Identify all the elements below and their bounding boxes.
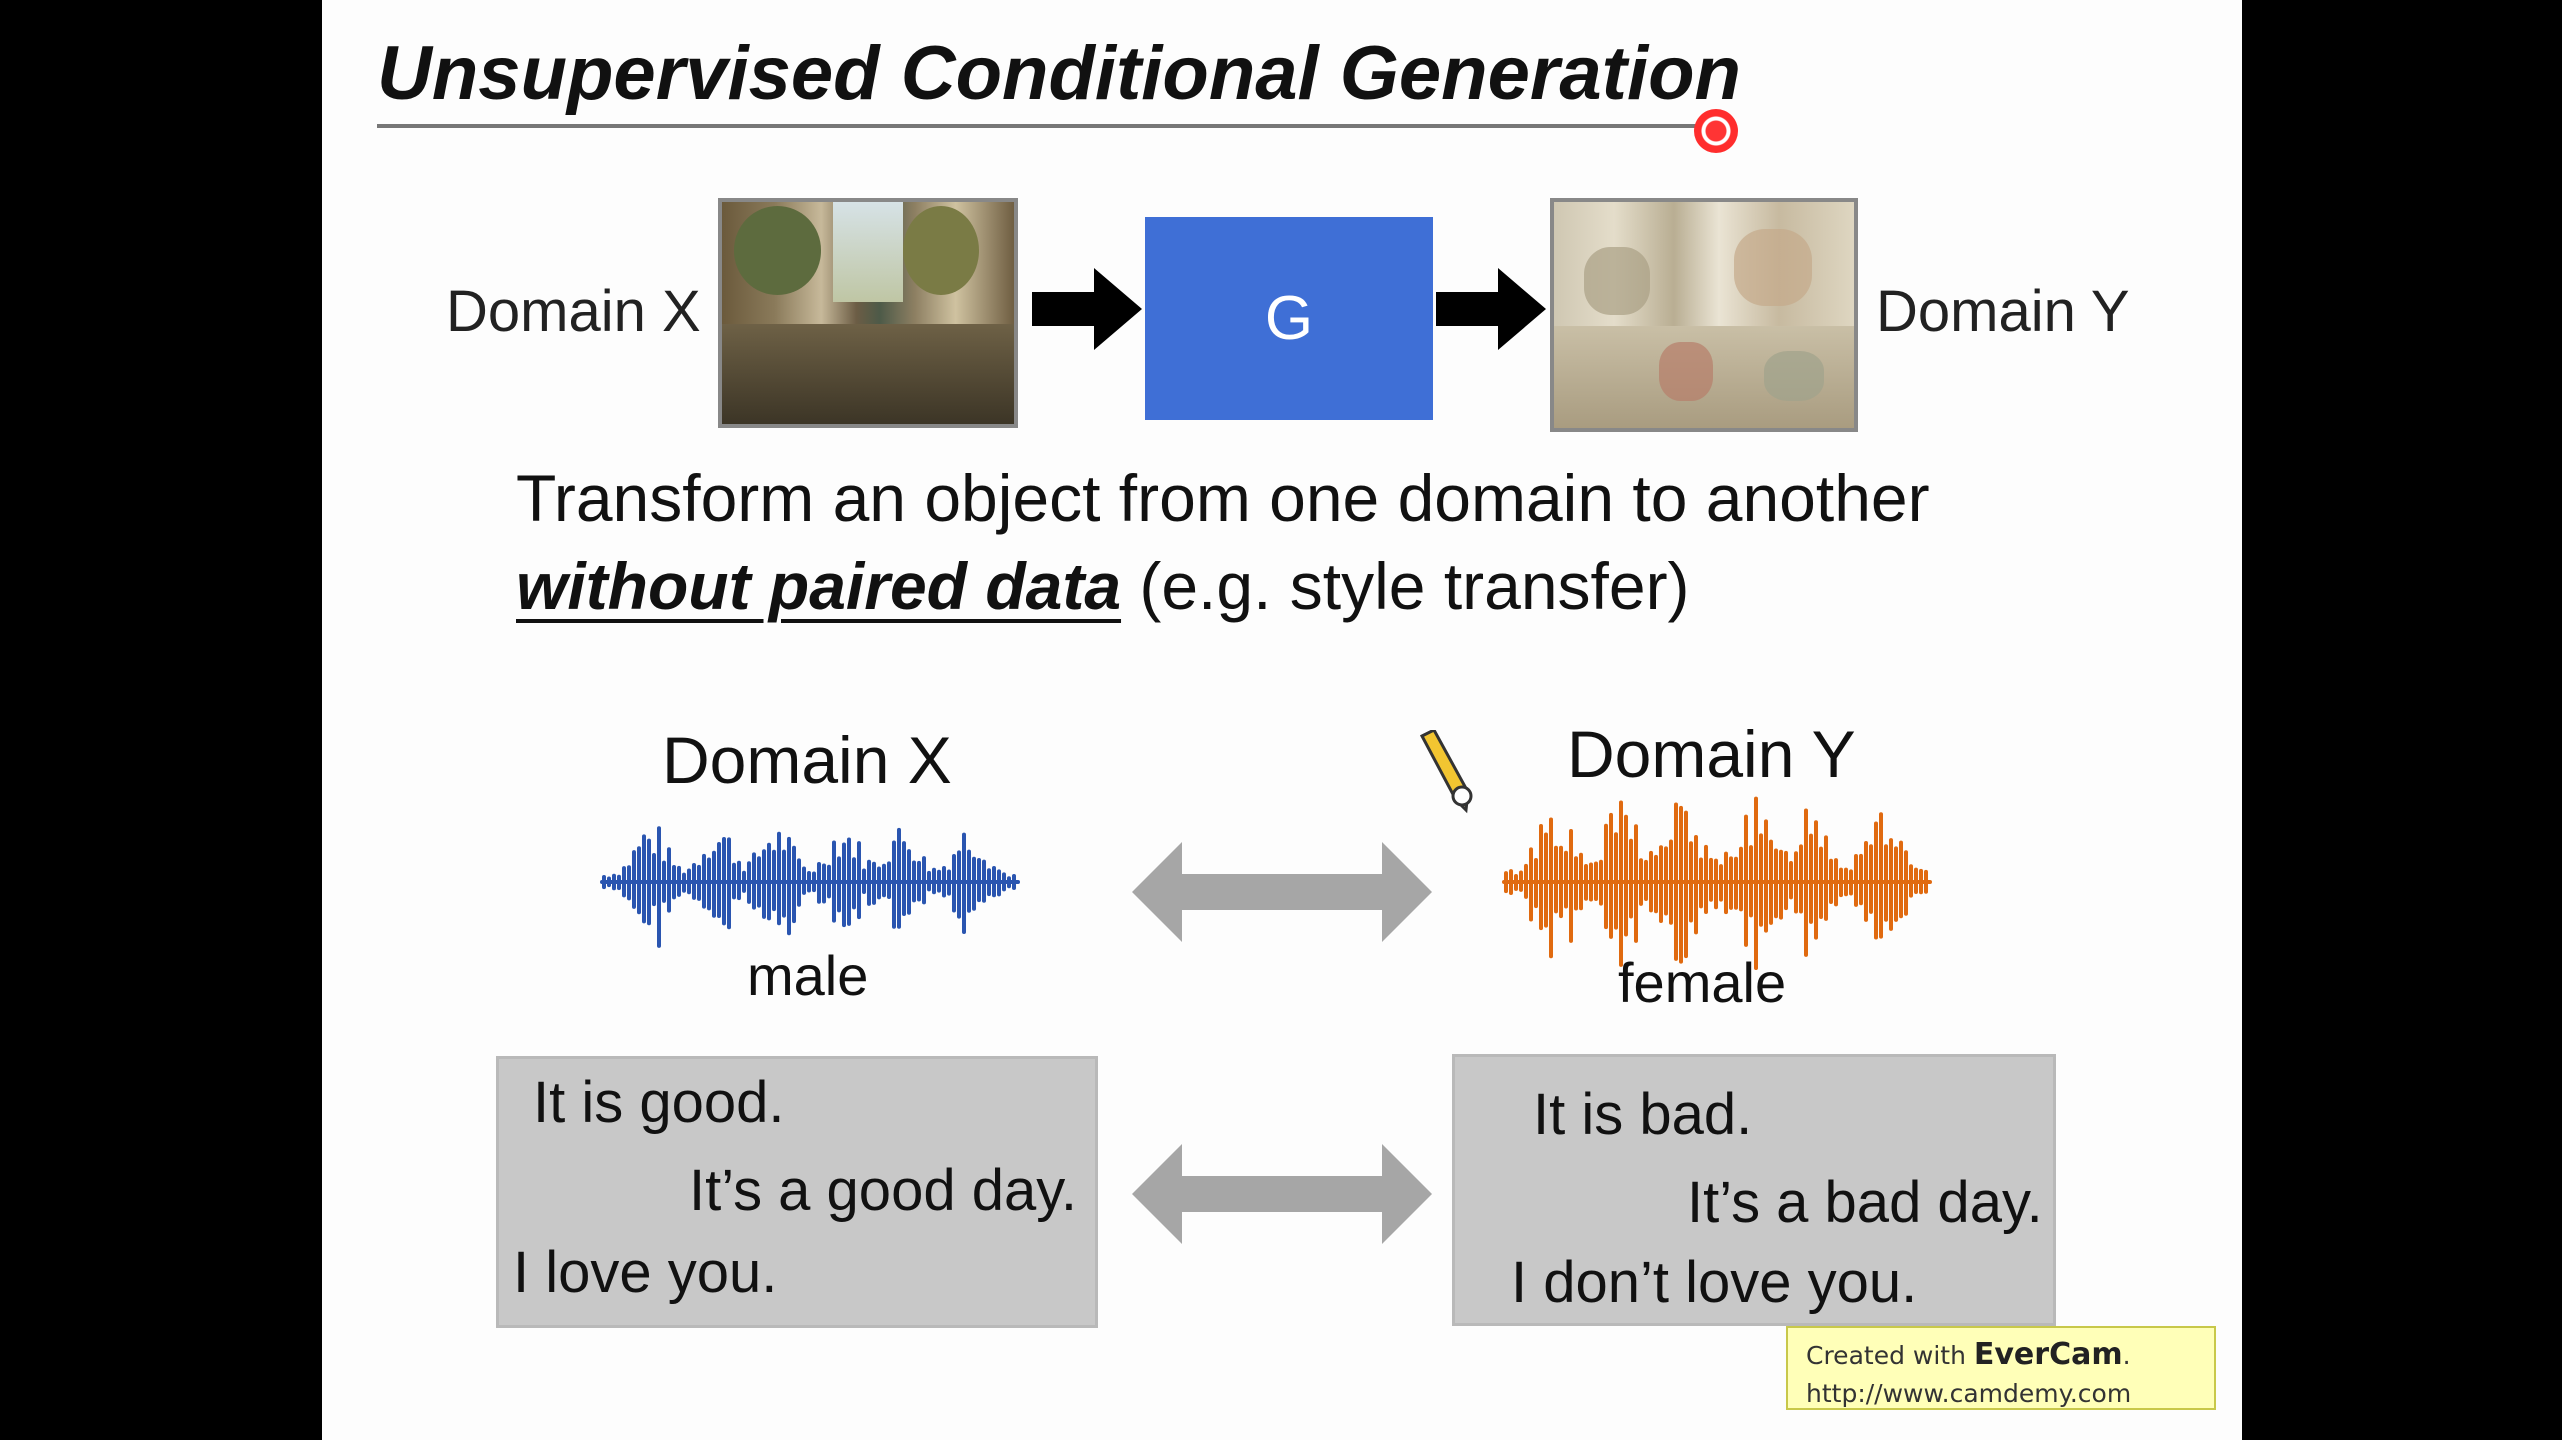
audio-domain-x-header: Domain X xyxy=(662,723,952,797)
arrow-right-icon xyxy=(1436,268,1546,350)
watermark-url: http://www.camdemy.com xyxy=(1806,1379,2132,1408)
generator-box: G xyxy=(1145,217,1433,420)
evercam-watermark: Created with EverCam. http://www.camdemy… xyxy=(1786,1326,2216,1410)
slide-title: Unsupervised Conditional Generation xyxy=(377,31,1741,116)
double-arrow-icon xyxy=(1132,842,1432,942)
sentence-right-2: It’s a bad day. xyxy=(1687,1170,2043,1235)
description-line-1: Transform an object from one domain to a… xyxy=(516,461,1930,535)
sentence-right-1: It is bad. xyxy=(1533,1082,1753,1147)
negative-sentences-box: It is bad. It’s a bad day. I don’t love … xyxy=(1452,1054,2056,1326)
watermark-suffix: . xyxy=(2122,1341,2131,1370)
domain-x-label: Domain X xyxy=(446,279,701,344)
pencil-icon xyxy=(1419,730,1473,814)
male-waveform xyxy=(600,826,1020,948)
female-waveform xyxy=(1502,796,1932,970)
sentence-left-2: It’s a good day. xyxy=(689,1158,1078,1223)
watermark-prefix: Created with xyxy=(1806,1341,1974,1370)
sentence-left-3: I love you. xyxy=(513,1240,778,1305)
title-underline xyxy=(377,124,1697,128)
without-paired-data-emphasis: without paired data xyxy=(516,549,1122,623)
sentence-left-1: It is good. xyxy=(533,1070,785,1135)
male-caption: male xyxy=(747,944,869,1007)
double-arrow-icon xyxy=(1132,1144,1432,1244)
slide: Unsupervised Conditional Generation Doma… xyxy=(322,0,2242,1440)
female-caption: female xyxy=(1618,951,1787,1014)
description-line-2: without paired data (e.g. style transfer… xyxy=(516,548,1690,624)
painted-canal-image xyxy=(1550,198,1858,432)
arrow-right-icon xyxy=(1032,268,1142,350)
laser-pointer-icon xyxy=(1694,109,1738,153)
watermark-line-1: Created with EverCam. xyxy=(1806,1336,2196,1375)
description-line-2-rest: (e.g. style transfer) xyxy=(1121,549,1690,623)
positive-sentences-box: It is good. It’s a good day. I love you. xyxy=(496,1056,1098,1328)
audio-domain-y-header: Domain Y xyxy=(1567,717,1856,791)
sentence-right-3: I don’t love you. xyxy=(1511,1250,1918,1315)
canal-photo xyxy=(718,198,1018,428)
domain-y-label: Domain Y xyxy=(1876,279,2130,344)
watermark-brand: EverCam xyxy=(1973,1337,2123,1372)
